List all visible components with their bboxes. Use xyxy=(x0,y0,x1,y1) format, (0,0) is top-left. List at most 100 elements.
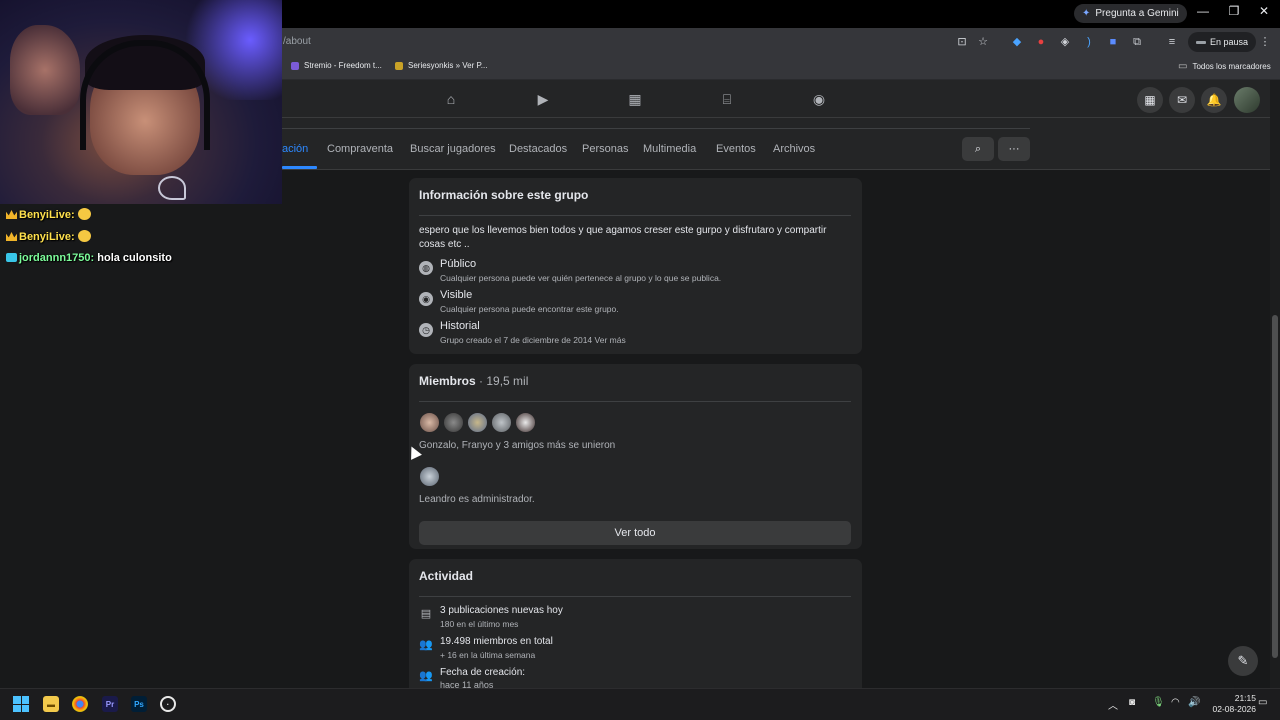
search-icon[interactable]: ⌕ xyxy=(962,137,994,161)
admin-text[interactable]: Leandro es administrador. xyxy=(419,494,535,505)
wifi-icon[interactable]: ◠ xyxy=(1171,697,1180,708)
restore-icon[interactable]: ❐ xyxy=(1224,4,1244,18)
bookmark-seriesyonkis[interactable]: Seriesyonkis » Ver P... xyxy=(395,61,487,70)
chat-text: hola culonsito xyxy=(97,252,172,264)
activity-posts-sub: 180 en el último mes xyxy=(440,619,519,629)
paused-label: En pausa xyxy=(1210,37,1249,47)
history-sub[interactable]: Grupo creado el 7 de diciembre de 2014 V… xyxy=(440,335,626,345)
taskbar-clock[interactable]: 21:15 02-08-2026 xyxy=(1204,693,1256,715)
install-app-icon[interactable]: ⊡ xyxy=(955,35,969,49)
gemini-label: Pregunta a Gemini xyxy=(1095,8,1179,19)
cube-badge-icon xyxy=(6,253,17,262)
member-avatar[interactable] xyxy=(515,412,536,433)
home-icon[interactable]: ⌂ xyxy=(443,91,459,107)
clock-date: 02-08-2026 xyxy=(1212,704,1256,714)
tab-compraventa[interactable]: Compraventa xyxy=(327,143,393,155)
video-icon[interactable]: ▶ xyxy=(535,91,551,107)
member-avatar[interactable] xyxy=(467,412,488,433)
emote-icon xyxy=(77,208,91,220)
member-avatar[interactable] xyxy=(491,412,512,433)
bookmark-label: Stremio - Freedom t... xyxy=(304,61,382,70)
admin-avatar[interactable] xyxy=(419,466,440,487)
menu-grid-icon[interactable]: ▦ xyxy=(1137,87,1163,113)
premiere-icon[interactable]: Pr xyxy=(102,696,118,712)
gemini-button[interactable]: ✦ Pregunta a Gemini xyxy=(1074,4,1187,23)
all-bookmarks-button[interactable]: ▭ Todos los marcadores xyxy=(1178,61,1271,72)
chrome-icon[interactable] xyxy=(72,696,88,712)
members-icon: 👥 xyxy=(419,639,433,651)
members-label: Miembros xyxy=(419,374,476,388)
members-title: Miembros · 19,5 mil xyxy=(419,374,528,388)
webcam-overlay xyxy=(0,0,282,204)
minimize-icon[interactable]: — xyxy=(1193,4,1213,18)
url-text[interactable]: /about xyxy=(283,36,311,47)
crown-badge-icon xyxy=(6,210,17,219)
obs-icon[interactable]: · xyxy=(160,696,176,712)
about-title: Información sobre este grupo xyxy=(419,188,589,202)
file-explorer-icon[interactable]: ▬ xyxy=(43,696,59,712)
member-avatar[interactable] xyxy=(443,412,464,433)
tab-archivos[interactable]: Archivos xyxy=(773,143,815,155)
photoshop-icon[interactable]: Ps xyxy=(131,696,147,712)
reading-list-icon[interactable]: ≡ xyxy=(1165,35,1179,49)
profile-avatar[interactable] xyxy=(1234,87,1260,113)
chair-logo xyxy=(158,176,186,200)
seriesyonkis-icon xyxy=(395,61,403,70)
chat-message: BenyiLive: xyxy=(6,230,91,243)
tab-eventos[interactable]: Eventos xyxy=(716,143,756,155)
gaming-icon[interactable]: ▦ xyxy=(627,91,643,107)
tab-informacion[interactable]: ación xyxy=(282,143,308,155)
tab-personas[interactable]: Personas xyxy=(582,143,628,155)
extension-icon[interactable]: ) xyxy=(1082,35,1096,49)
activity-members: 19.498 miembros en total xyxy=(440,636,553,647)
more-options-icon[interactable]: ··· xyxy=(998,137,1030,161)
extensions-puzzle-icon[interactable]: ⧉ xyxy=(1130,35,1144,49)
about-card: Información sobre este grupo espero que … xyxy=(409,178,862,354)
visibility-sub: Cualquier persona puede encontrar este g… xyxy=(440,304,619,314)
volume-icon[interactable]: 🔊 xyxy=(1188,697,1200,708)
gemini-sparkle-icon: ✦ xyxy=(1082,8,1091,19)
profile-paused-button[interactable]: En pausa xyxy=(1188,32,1257,52)
bookmark-stremio[interactable]: Stremio - Freedom t... xyxy=(291,61,382,70)
history-title: Historial xyxy=(440,320,480,332)
activity-created: Fecha de creación: xyxy=(440,667,526,678)
see-all-members-button[interactable]: Ver todo xyxy=(419,521,851,545)
tray-overflow-icon[interactable]: ︿ xyxy=(1108,697,1118,712)
groups-icon[interactable]: ◉ xyxy=(811,91,827,107)
windows-start-icon[interactable] xyxy=(13,696,29,712)
bookmark-star-icon[interactable]: ☆ xyxy=(976,35,990,49)
browser-menu-icon[interactable]: ⋮ xyxy=(1258,35,1272,49)
taskbar xyxy=(0,688,1280,720)
group-created-icon: 👥 xyxy=(419,670,433,682)
microphone-icon[interactable]: 🎙 xyxy=(1152,697,1165,708)
notification-center-icon[interactable]: ▭ xyxy=(1258,697,1267,708)
activity-posts: 3 publicaciones nuevas hoy xyxy=(440,605,563,616)
scrollbar-thumb[interactable] xyxy=(1272,315,1278,658)
extension-icon[interactable]: ◆ xyxy=(1010,35,1024,49)
member-avatar[interactable] xyxy=(419,412,440,433)
discord-icon[interactable]: ◙ xyxy=(1129,697,1135,708)
crown-badge-icon xyxy=(6,232,17,241)
marketplace-icon[interactable]: ⌸ xyxy=(719,91,735,107)
activity-members-sub: + 16 en la última semana xyxy=(440,650,536,660)
all-bookmarks-label: Todos los marcadores xyxy=(1192,62,1271,71)
folder-icon: ▭ xyxy=(1178,61,1188,72)
extension-icon[interactable]: ◈ xyxy=(1058,35,1072,49)
divider xyxy=(419,401,851,402)
extension-icon[interactable]: ■ xyxy=(1106,35,1120,49)
notifications-bell-icon[interactable]: 🔔 xyxy=(1201,87,1227,113)
compose-message-icon[interactable]: ✎ xyxy=(1228,646,1258,676)
friends-joined-text[interactable]: Gonzalo, Franyo y 3 amigos más se uniero… xyxy=(419,440,615,451)
tab-destacados[interactable]: Destacados xyxy=(509,143,567,155)
eye-icon: ◉ xyxy=(419,292,433,306)
extension-icon[interactable]: ● xyxy=(1034,35,1048,49)
emote-icon xyxy=(77,230,91,242)
bookmark-label: Seriesyonkis » Ver P... xyxy=(408,61,488,70)
paused-indicator-icon xyxy=(1196,40,1206,44)
tab-buscar-jugadores[interactable]: Buscar jugadores xyxy=(410,143,496,155)
tab-multimedia[interactable]: Multimedia xyxy=(643,143,696,155)
privacy-sub: Cualquier persona puede ver quién perten… xyxy=(440,273,722,283)
close-icon[interactable]: ✕ xyxy=(1254,4,1274,18)
visibility-title: Visible xyxy=(440,289,473,301)
messenger-icon[interactable]: ✉ xyxy=(1169,87,1195,113)
